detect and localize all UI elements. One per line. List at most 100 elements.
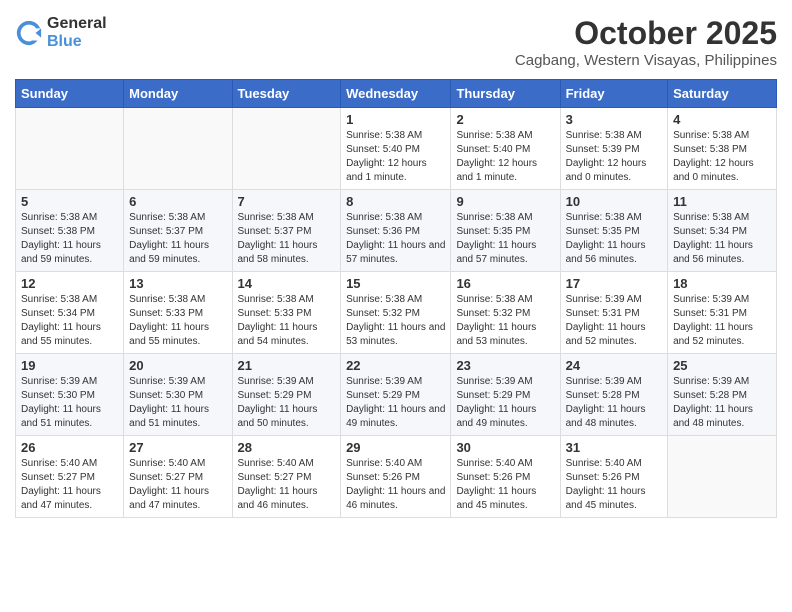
cell-details: Sunrise: 5:39 AMSunset: 5:29 PMDaylight:… <box>456 375 554 431</box>
weekday-header-monday: Monday <box>124 80 232 108</box>
day-number: 17 <box>566 276 662 291</box>
weekday-header-wednesday: Wednesday <box>341 80 451 108</box>
calendar-cell: 30Sunrise: 5:40 AMSunset: 5:26 PMDayligh… <box>451 436 560 518</box>
title-block: October 2025 Cagbang, Western Visayas, P… <box>515 15 777 69</box>
calendar-cell: 1 Sunrise: 5:38 AMSunset: 5:40 PMDaylight… <box>341 108 451 190</box>
weekday-header-sunday: Sunday <box>16 80 124 108</box>
week-row-2: 5Sunrise: 5:38 AMSunset: 5:38 PMDaylight… <box>16 190 777 272</box>
calendar-table: SundayMondayTuesdayWednesdayThursdayFrid… <box>15 79 777 518</box>
calendar-cell: 14 Sunrise: 5:38 AMSunset: 5:33 PMDayligh… <box>232 272 341 354</box>
cell-details: Sunrise: 5:40 AMSunset: 5:27 PMDaylight:… <box>129 457 226 513</box>
calendar-cell: 10 Sunrise: 5:38 AMSunset: 5:35 PMDayligh… <box>560 190 667 272</box>
calendar-cell: 17 Sunrise: 5:39 AMSunset: 5:31 PMDayligh… <box>560 272 667 354</box>
logo-blue: Blue <box>47 33 107 51</box>
day-number: 1 <box>346 112 445 127</box>
cell-details: Sunrise: 5:39 AMSunset: 5:28 PMDaylight:… <box>566 375 662 431</box>
cell-details: Sunrise: 5:40 AMSunset: 5:26 PMDaylight:… <box>566 457 662 513</box>
cell-details: Sunrise: 5:40 AMSunset: 5:27 PMDaylight:… <box>238 457 336 513</box>
cell-details: Sunrise: 5:39 AMSunset: 5:31 PMDaylight:… <box>566 293 662 349</box>
cell-details: Sunrise: 5:38 AMSunset: 5:32 PMDaylight:… <box>346 293 445 349</box>
day-number: 29 <box>346 440 445 455</box>
weekday-header-row: SundayMondayTuesdayWednesdayThursdayFrid… <box>16 80 777 108</box>
day-number: 25 <box>673 358 771 373</box>
cell-details: Sunrise: 5:38 AMSunset: 5:35 PMDaylight:… <box>456 211 554 267</box>
calendar-cell: 9Sunrise: 5:38 AMSunset: 5:35 PMDaylight… <box>451 190 560 272</box>
day-number: 19 <box>21 358 118 373</box>
day-number: 23 <box>456 358 554 373</box>
logo-icon <box>15 19 43 47</box>
week-row-5: 26 Sunrise: 5:40 AMSunset: 5:27 PMDayligh… <box>16 436 777 518</box>
week-row-4: 19 Sunrise: 5:39 AMSunset: 5:30 PMDayligh… <box>16 354 777 436</box>
day-number: 31 <box>566 440 662 455</box>
calendar-cell: 21 Sunrise: 5:39 AMSunset: 5:29 PMDayligh… <box>232 354 341 436</box>
cell-details: Sunrise: 5:40 AMSunset: 5:26 PMDaylight:… <box>346 457 445 513</box>
calendar-cell: 19 Sunrise: 5:39 AMSunset: 5:30 PMDayligh… <box>16 354 124 436</box>
weekday-header-tuesday: Tuesday <box>232 80 341 108</box>
day-number: 3 <box>566 112 662 127</box>
cell-details: Sunrise: 5:38 AMSunset: 5:38 PMDaylight:… <box>21 211 118 267</box>
calendar-cell <box>16 108 124 190</box>
day-number: 22 <box>346 358 445 373</box>
cell-details: Sunrise: 5:38 AMSunset: 5:33 PMDaylight:… <box>129 293 226 349</box>
cell-details: Sunrise: 5:39 AMSunset: 5:28 PMDaylight:… <box>673 375 771 431</box>
day-number: 21 <box>238 358 336 373</box>
cell-details: Sunrise: 5:38 AMSunset: 5:39 PMDaylight:… <box>566 129 662 185</box>
cell-details: Sunrise: 5:38 AMSunset: 5:34 PMDaylight:… <box>21 293 118 349</box>
day-number: 2 <box>456 112 554 127</box>
day-number: 16 <box>456 276 554 291</box>
cell-details: Sunrise: 5:40 AMSunset: 5:26 PMDaylight:… <box>456 457 554 513</box>
day-number: 4 <box>673 112 771 127</box>
cell-details: Sunrise: 5:38 AMSunset: 5:36 PMDaylight:… <box>346 211 445 267</box>
day-number: 7 <box>238 194 336 209</box>
calendar-cell <box>668 436 777 518</box>
day-number: 6 <box>129 194 226 209</box>
calendar-cell: 4 Sunrise: 5:38 AMSunset: 5:38 PMDaylight… <box>668 108 777 190</box>
cell-details: Sunrise: 5:38 AMSunset: 5:37 PMDaylight:… <box>238 211 336 267</box>
cell-details: Sunrise: 5:38 AMSunset: 5:35 PMDaylight:… <box>566 211 662 267</box>
cell-details: Sunrise: 5:38 AMSunset: 5:34 PMDaylight:… <box>673 211 771 267</box>
calendar-cell: 18 Sunrise: 5:39 AMSunset: 5:31 PMDayligh… <box>668 272 777 354</box>
calendar-cell: 20Sunrise: 5:39 AMSunset: 5:30 PMDayligh… <box>124 354 232 436</box>
week-row-3: 12 Sunrise: 5:38 AMSunset: 5:34 PMDayligh… <box>16 272 777 354</box>
calendar-cell: 3 Sunrise: 5:38 AMSunset: 5:39 PMDaylight… <box>560 108 667 190</box>
calendar-cell: 28Sunrise: 5:40 AMSunset: 5:27 PMDayligh… <box>232 436 341 518</box>
day-number: 8 <box>346 194 445 209</box>
cell-details: Sunrise: 5:38 AMSunset: 5:37 PMDaylight:… <box>129 211 226 267</box>
weekday-header-thursday: Thursday <box>451 80 560 108</box>
calendar-cell: 24 Sunrise: 5:39 AMSunset: 5:28 PMDayligh… <box>560 354 667 436</box>
calendar-cell <box>124 108 232 190</box>
cell-details: Sunrise: 5:39 AMSunset: 5:29 PMDaylight:… <box>238 375 336 431</box>
day-number: 24 <box>566 358 662 373</box>
cell-details: Sunrise: 5:38 AMSunset: 5:38 PMDaylight:… <box>673 129 771 185</box>
week-row-1: 1 Sunrise: 5:38 AMSunset: 5:40 PMDaylight… <box>16 108 777 190</box>
cell-details: Sunrise: 5:39 AMSunset: 5:30 PMDaylight:… <box>129 375 226 431</box>
cell-details: Sunrise: 5:40 AMSunset: 5:27 PMDaylight:… <box>21 457 118 513</box>
calendar-cell: 29 Sunrise: 5:40 AMSunset: 5:26 PMDayligh… <box>341 436 451 518</box>
day-number: 14 <box>238 276 336 291</box>
calendar-cell: 22 Sunrise: 5:39 AMSunset: 5:29 PMDayligh… <box>341 354 451 436</box>
day-number: 26 <box>21 440 118 455</box>
cell-details: Sunrise: 5:38 AMSunset: 5:40 PMDaylight:… <box>346 129 445 185</box>
day-number: 12 <box>21 276 118 291</box>
day-number: 13 <box>129 276 226 291</box>
day-number: 18 <box>673 276 771 291</box>
day-number: 10 <box>566 194 662 209</box>
calendar-cell: 11Sunrise: 5:38 AMSunset: 5:34 PMDayligh… <box>668 190 777 272</box>
calendar-cell: 23 Sunrise: 5:39 AMSunset: 5:29 PMDayligh… <box>451 354 560 436</box>
calendar-cell: 25 Sunrise: 5:39 AMSunset: 5:28 PMDayligh… <box>668 354 777 436</box>
page-subtitle: Cagbang, Western Visayas, Philippines <box>515 52 777 69</box>
cell-details: Sunrise: 5:39 AMSunset: 5:30 PMDaylight:… <box>21 375 118 431</box>
calendar-cell: 27Sunrise: 5:40 AMSunset: 5:27 PMDayligh… <box>124 436 232 518</box>
cell-details: Sunrise: 5:38 AMSunset: 5:40 PMDaylight:… <box>456 129 554 185</box>
calendar-cell: 8 Sunrise: 5:38 AMSunset: 5:36 PMDaylight… <box>341 190 451 272</box>
calendar-cell <box>232 108 341 190</box>
calendar-cell: 16Sunrise: 5:38 AMSunset: 5:32 PMDayligh… <box>451 272 560 354</box>
calendar-cell: 15Sunrise: 5:38 AMSunset: 5:32 PMDayligh… <box>341 272 451 354</box>
calendar-cell: 2 Sunrise: 5:38 AMSunset: 5:40 PMDaylight… <box>451 108 560 190</box>
cell-details: Sunrise: 5:38 AMSunset: 5:33 PMDaylight:… <box>238 293 336 349</box>
calendar-cell: 26 Sunrise: 5:40 AMSunset: 5:27 PMDayligh… <box>16 436 124 518</box>
logo-text: General Blue <box>47 15 107 50</box>
cell-details: Sunrise: 5:39 AMSunset: 5:29 PMDaylight:… <box>346 375 445 431</box>
cell-details: Sunrise: 5:39 AMSunset: 5:31 PMDaylight:… <box>673 293 771 349</box>
calendar-cell: 6 Sunrise: 5:38 AMSunset: 5:37 PMDaylight… <box>124 190 232 272</box>
